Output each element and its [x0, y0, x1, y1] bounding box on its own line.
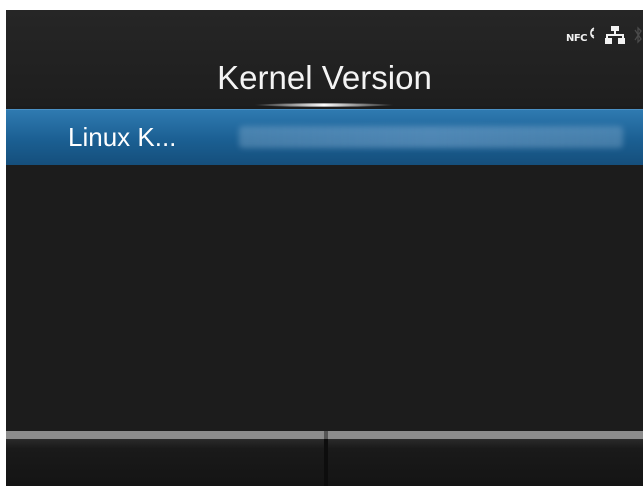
- nfc-waves-icon: [590, 26, 595, 39]
- network-icon: [605, 26, 625, 44]
- list-item-linux-kernel[interactable]: Linux K...: [6, 109, 643, 165]
- softkey-right[interactable]: [328, 431, 643, 486]
- list-item-value-obscured: [239, 126, 623, 148]
- page-title: Kernel Version: [217, 59, 432, 96]
- nfc-icon: NFC: [565, 26, 597, 44]
- list-item-label: Linux K...: [68, 122, 177, 152]
- bluetooth-icon: [634, 26, 642, 44]
- printer-display: NFC Kernel Version Linux K...: [6, 10, 643, 486]
- empty-content-area: [6, 165, 643, 425]
- softkey-bar: [6, 431, 643, 486]
- status-icons: NFC: [566, 22, 643, 48]
- nfc-label: NFC: [565, 32, 588, 44]
- softkey-left[interactable]: [6, 431, 324, 486]
- title-underline: [254, 103, 394, 107]
